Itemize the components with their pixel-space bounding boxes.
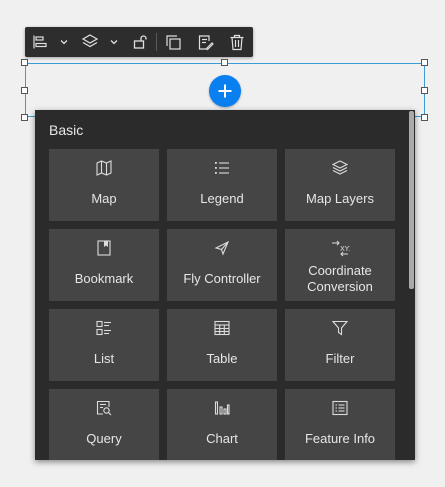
resize-handle-bottom-right[interactable]: [421, 114, 428, 121]
legend-icon: [167, 158, 277, 178]
widget-tile-label: Map Layers: [306, 191, 374, 206]
widget-tile-chart[interactable]: Chart: [167, 389, 277, 460]
widget-tile-legend[interactable]: Legend: [167, 149, 277, 221]
widget-toolbar: [25, 27, 253, 57]
widget-tile-label: Table: [206, 351, 238, 366]
filter-icon: [285, 318, 395, 338]
plus-icon: [218, 84, 232, 98]
panel-title: Basic: [49, 122, 84, 138]
widget-tile-map-layers[interactable]: Map Layers: [285, 149, 395, 221]
widget-tile-label: Bookmark: [74, 271, 134, 286]
panel-scrollbar[interactable]: [409, 111, 414, 289]
widget-tile-label: Chart: [206, 431, 238, 446]
edit-copy-icon[interactable]: [193, 27, 217, 57]
widget-tile-filter[interactable]: Filter: [285, 309, 395, 381]
map-icon: [49, 158, 159, 178]
widget-tile-label: Coordinate Conversion: [307, 263, 373, 294]
widget-tile-map[interactable]: Map: [49, 149, 159, 221]
resize-handle-top-center[interactable]: [221, 59, 228, 66]
delete-icon[interactable]: [225, 27, 249, 57]
bookmark-icon: [49, 238, 159, 258]
widget-tile-fly-controller[interactable]: Fly Controller: [167, 229, 277, 301]
table-icon: [167, 318, 277, 338]
layers-icon[interactable]: [77, 27, 103, 57]
toolbar-divider: [156, 33, 157, 51]
widget-tile-label: Legend: [200, 191, 244, 206]
duplicate-icon[interactable]: [161, 27, 185, 57]
resize-handle-top-right[interactable]: [421, 59, 428, 66]
align-dropdown-chevron-icon[interactable]: [57, 27, 71, 57]
layers-dropdown-chevron-icon[interactable]: [107, 27, 121, 57]
resize-handle-middle-right[interactable]: [421, 87, 428, 94]
svg-text:XYZ: XYZ: [340, 245, 350, 253]
feature-info-icon: [285, 398, 395, 418]
widget-tile-label: List: [93, 351, 115, 366]
widget-tile-bookmark[interactable]: Bookmark: [49, 229, 159, 301]
widget-picker-panel: Basic Map Legend Map Layers Bookmark Fly…: [35, 110, 415, 460]
widget-grid: Map Legend Map Layers Bookmark Fly Contr…: [49, 149, 395, 460]
widget-tile-table[interactable]: Table: [167, 309, 277, 381]
list-icon: [49, 318, 159, 338]
fly-controller-icon: [167, 238, 277, 258]
resize-handle-bottom-left[interactable]: [21, 114, 28, 121]
align-left-icon[interactable]: [29, 27, 51, 57]
widget-tile-label: Query: [86, 431, 122, 446]
widget-tile-query[interactable]: Query: [49, 389, 159, 460]
chart-icon: [167, 398, 277, 418]
widget-tile-label: Feature Info: [304, 431, 376, 446]
widget-tile-coordinate-conversion[interactable]: XYZ Coordinate Conversion: [285, 229, 395, 301]
unlock-icon[interactable]: [128, 27, 152, 57]
add-widget-button[interactable]: [209, 75, 241, 107]
resize-handle-top-left[interactable]: [21, 59, 28, 66]
widget-tile-label: Fly Controller: [183, 271, 261, 286]
map-layers-icon: [285, 158, 395, 178]
resize-handle-middle-left[interactable]: [21, 87, 28, 94]
coordinate-conversion-icon: XYZ: [285, 238, 395, 258]
widget-tile-label: Filter: [325, 351, 355, 366]
query-icon: [49, 398, 159, 418]
widget-tile-list[interactable]: List: [49, 309, 159, 381]
widget-tile-feature-info[interactable]: Feature Info: [285, 389, 395, 460]
widget-tile-label: Map: [91, 191, 117, 206]
